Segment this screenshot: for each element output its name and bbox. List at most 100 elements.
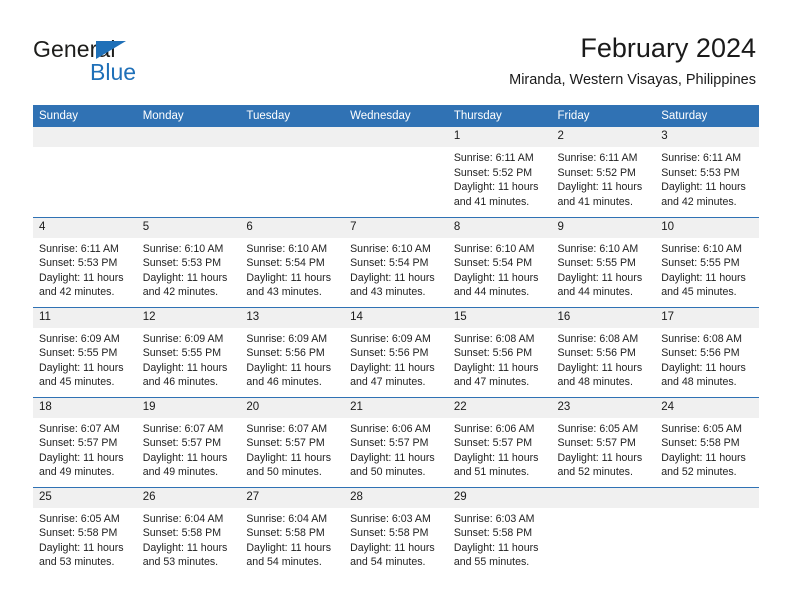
calendar-day-cell[interactable]: 24 Sunrise: 6:05 AM Sunset: 5:58 PM Dayligh… [655,397,759,487]
brand-logo[interactable]: General Blue [33,36,273,92]
day-number [551,487,656,508]
weekday-header-thursday: Thursday [447,105,552,127]
calendar-day-cell[interactable]: 1 Sunrise: 6:11 AM Sunset: 5:52 PM Daylight… [447,127,552,217]
calendar-day-cell[interactable]: 27 Sunrise: 6:04 AM Sunset: 5:58 PM Dayligh… [240,487,345,577]
sunset-text: Sunset: 5:53 PM [39,257,118,270]
day-number [344,127,448,147]
day-details: Sunrise: 6:09 AM Sunset: 5:55 PM Daylight:… [137,328,241,390]
calendar-day-cell[interactable]: 26 Sunrise: 6:04 AM Sunset: 5:58 PM Dayligh… [136,487,241,577]
daylight-text: Daylight: 11 hours [557,361,643,374]
sunrise-text: Sunrise: 6:05 AM [661,422,742,435]
calendar-day-cell[interactable]: 11 Sunrise: 6:09 AM Sunset: 5:55 PM Dayligh… [33,307,137,397]
calendar-day-cell[interactable]: 16 Sunrise: 6:08 AM Sunset: 5:56 PM Dayligh… [551,307,656,397]
sunrise-text: Sunrise: 6:11 AM [661,152,742,164]
daylight-text: and 43 minutes. [246,286,322,299]
sunrise-text: Sunrise: 6:10 AM [350,242,431,255]
daylight-text: Daylight: 11 hours [661,361,746,374]
day-number: 23 [551,397,656,418]
daylight-text: Daylight: 11 hours [661,271,746,284]
calendar-cell-empty [136,127,241,217]
calendar-day-cell[interactable]: 22 Sunrise: 6:06 AM Sunset: 5:57 PM Dayligh… [447,397,552,487]
calendar-day-cell[interactable]: 19 Sunrise: 6:07 AM Sunset: 5:57 PM Dayligh… [136,397,241,487]
calendar-day-cell[interactable]: 14 Sunrise: 6:09 AM Sunset: 5:56 PM Dayligh… [344,307,448,397]
daylight-text: and 50 minutes. [246,466,322,479]
day-number: 27 [240,487,345,508]
daylight-text: and 48 minutes. [557,376,633,389]
daylight-text: and 47 minutes. [350,376,426,389]
daylight-text: Daylight: 11 hours [453,361,539,374]
weekday-header-tuesday: Tuesday [240,105,345,127]
daylight-text: Daylight: 11 hours [350,451,435,464]
day-number: 2 [551,127,656,147]
sunrise-text: Sunrise: 6:08 AM [453,332,535,345]
day-details: Sunrise: 6:10 AM Sunset: 5:55 PM Daylight:… [552,238,656,300]
calendar-day-cell[interactable]: 20 Sunrise: 6:07 AM Sunset: 5:57 PM Dayligh… [240,397,345,487]
daylight-text: Daylight: 11 hours [142,271,228,284]
title-block: February 2024 Miranda, Western Visayas, … [509,32,756,90]
day-number: 13 [240,307,345,328]
day-details [137,147,241,151]
daylight-text: Daylight: 11 hours [246,361,332,374]
calendar-day-cell[interactable]: 17 Sunrise: 6:08 AM Sunset: 5:56 PM Dayligh… [655,307,759,397]
calendar-day-cell[interactable]: 21 Sunrise: 6:06 AM Sunset: 5:57 PM Dayligh… [344,397,448,487]
sunrise-text: Sunrise: 6:06 AM [350,422,431,435]
day-details: Sunrise: 6:08 AM Sunset: 5:56 PM Daylight:… [655,328,759,390]
daylight-text: and 48 minutes. [661,376,737,389]
calendar-day-cell[interactable]: 15 Sunrise: 6:08 AM Sunset: 5:56 PM Dayligh… [447,307,552,397]
calendar-day-cell[interactable]: 28 Sunrise: 6:03 AM Sunset: 5:58 PM Dayligh… [344,487,448,577]
day-details [344,147,448,151]
calendar-day-cell[interactable]: 6 Sunrise: 6:10 AM Sunset: 5:54 PM Daylight… [240,217,345,307]
triangle-icon [96,41,126,59]
daylight-text: and 41 minutes. [557,195,633,208]
calendar-day-cell[interactable]: 5 Sunrise: 6:10 AM Sunset: 5:53 PM Daylight… [136,217,241,307]
day-number: 18 [33,397,137,418]
calendar-day-cell[interactable]: 12 Sunrise: 6:09 AM Sunset: 5:55 PM Dayligh… [136,307,241,397]
daylight-text: Daylight: 11 hours [661,451,746,464]
calendar-day-cell[interactable]: 3 Sunrise: 6:11 AM Sunset: 5:53 PM Daylight… [655,127,759,217]
page-title: February 2024 [580,33,756,63]
day-details: Sunrise: 6:10 AM Sunset: 5:55 PM Daylight:… [655,238,759,300]
daylight-text: and 53 minutes. [39,556,115,569]
weekday-header-wednesday: Wednesday [344,105,448,127]
day-number: 21 [344,397,448,418]
calendar-day-cell[interactable]: 25 Sunrise: 6:05 AM Sunset: 5:58 PM Dayligh… [33,487,137,577]
calendar-day-cell[interactable]: 18 Sunrise: 6:07 AM Sunset: 5:57 PM Dayligh… [33,397,137,487]
day-number [240,127,345,147]
day-details: Sunrise: 6:11 AM Sunset: 5:52 PM Daylight:… [448,147,552,209]
day-number: 22 [447,397,552,418]
day-details: Sunrise: 6:10 AM Sunset: 5:54 PM Daylight:… [448,238,552,300]
day-details: Sunrise: 6:03 AM Sunset: 5:58 PM Daylight:… [344,508,448,570]
sunset-text: Sunset: 5:58 PM [39,527,118,540]
day-number [655,487,759,508]
weekday-header-row: Sunday Monday Tuesday Wednesday Thursday Frid… [33,105,759,127]
daylight-text: Daylight: 11 hours [142,361,228,374]
calendar-day-cell[interactable]: 23 Sunrise: 6:05 AM Sunset: 5:57 PM Dayligh… [551,397,656,487]
calendar-day-cell[interactable]: 8 Sunrise: 6:10 AM Sunset: 5:54 PM Daylight… [447,217,552,307]
calendar-day-cell[interactable]: 29 Sunrise: 6:03 AM Sunset: 5:58 PM Dayligh… [447,487,552,577]
sunset-text: Sunset: 5:57 PM [246,437,325,450]
day-number: 10 [655,217,759,238]
calendar-day-cell[interactable]: 9 Sunrise: 6:10 AM Sunset: 5:55 PM Daylight… [551,217,656,307]
day-details [655,508,759,512]
daylight-text: and 50 minutes. [350,466,426,479]
calendar-week-row: 1 Sunrise: 6:11 AM Sunset: 5:52 PM Daylight… [33,127,759,217]
calendar-day-cell[interactable]: 4 Sunrise: 6:11 AM Sunset: 5:53 PM Daylight… [33,217,137,307]
daylight-text: Daylight: 11 hours [661,181,746,194]
calendar-day-cell[interactable]: 10 Sunrise: 6:10 AM Sunset: 5:55 PM Dayligh… [655,217,759,307]
day-details: Sunrise: 6:07 AM Sunset: 5:57 PM Daylight:… [33,418,137,480]
sunset-text: Sunset: 5:54 PM [453,257,533,270]
calendar-day-cell[interactable]: 2 Sunrise: 6:11 AM Sunset: 5:52 PM Daylight… [551,127,656,217]
calendar-day-cell[interactable]: 7 Sunrise: 6:10 AM Sunset: 5:54 PM Daylight… [344,217,448,307]
daylight-text: Daylight: 11 hours [557,451,643,464]
sunrise-text: Sunrise: 6:11 AM [557,152,638,164]
sunrise-text: Sunrise: 6:03 AM [453,512,535,525]
day-number: 24 [655,397,759,418]
sunset-text: Sunset: 5:58 PM [246,527,325,540]
sunrise-text: Sunrise: 6:10 AM [453,242,535,255]
day-details: Sunrise: 6:10 AM Sunset: 5:53 PM Daylight:… [137,238,241,300]
day-number: 9 [551,217,656,238]
calendar-day-cell[interactable]: 13 Sunrise: 6:09 AM Sunset: 5:56 PM Dayligh… [240,307,345,397]
day-details: Sunrise: 6:05 AM Sunset: 5:58 PM Daylight:… [655,418,759,480]
daylight-text: and 44 minutes. [453,286,530,299]
weekday-header-sunday: Sunday [33,105,137,127]
